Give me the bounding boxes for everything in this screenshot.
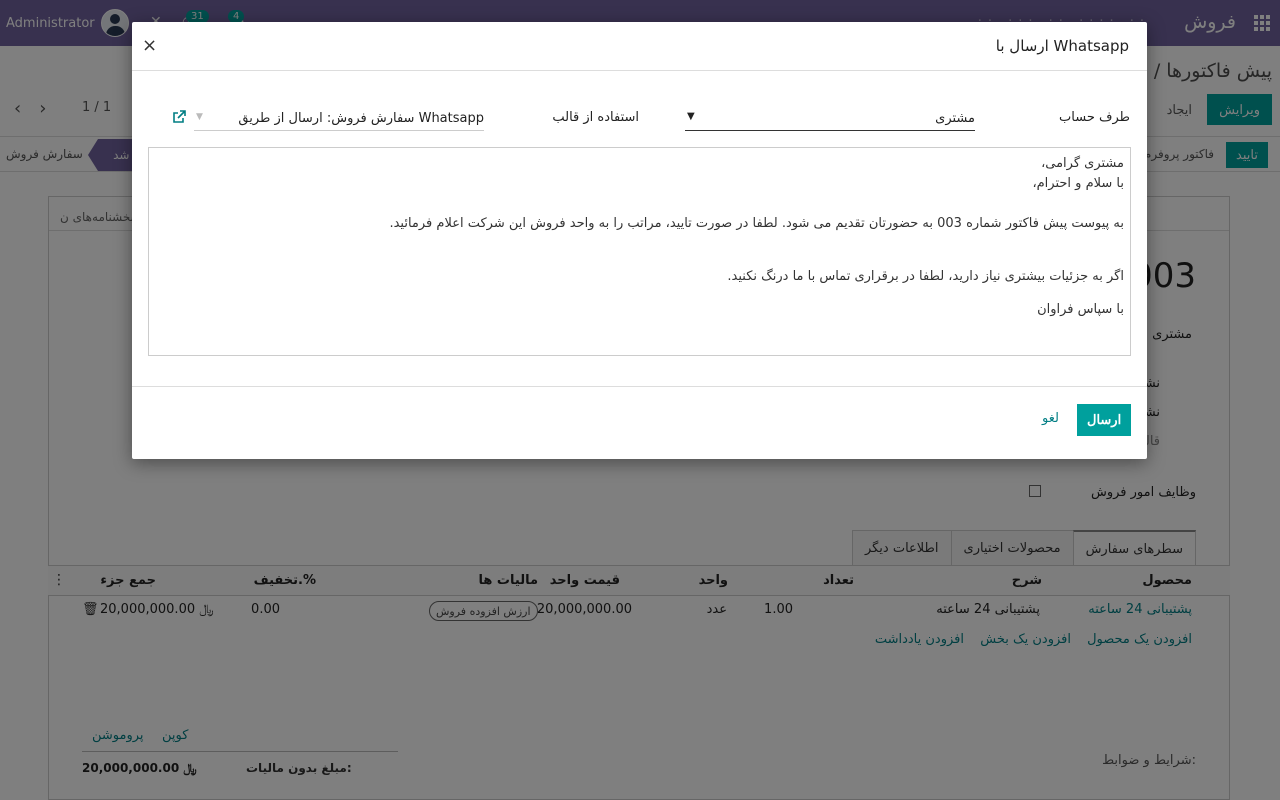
- caret-down-icon: ▼: [687, 111, 695, 122]
- recipients-select[interactable]: مشتری ▼: [685, 108, 975, 131]
- cancel-button[interactable]: لغو: [1042, 411, 1059, 426]
- recipients-label: طرف حساب: [1059, 110, 1130, 125]
- template-value: سفارش فروش: ارسال از طریق Whatsapp: [238, 111, 484, 126]
- template-select[interactable]: سفارش فروش: ارسال از طریق Whatsapp ▼: [194, 108, 484, 131]
- dialog-title: ارسال با Whatsapp: [995, 37, 1129, 55]
- template-label: استفاده از قالب: [552, 110, 639, 125]
- body-line: اگر به جزئیات بیشتری نیاز دارید، لطفا در…: [727, 269, 1124, 284]
- whatsapp-dialog: ارسال با Whatsapp × طرف حساب مشتری ▼ است…: [132, 22, 1147, 459]
- recipients-value: مشتری: [935, 111, 975, 126]
- message-body-editor[interactable]: مشتری گرامی، با سلام و احترام، به پیوست …: [148, 147, 1131, 356]
- body-line: به پیوست پیش فاکتور شماره 003 به حضورتان…: [389, 216, 1124, 231]
- caret-down-icon: ▼: [196, 112, 203, 122]
- send-button[interactable]: ارسال: [1077, 404, 1132, 436]
- body-line: مشتری گرامی،: [1041, 156, 1124, 171]
- body-line: با سلام و احترام،: [1032, 176, 1124, 191]
- dialog-header: ارسال با Whatsapp ×: [132, 22, 1147, 71]
- dialog-footer: ارسال لغو: [132, 386, 1147, 459]
- close-icon[interactable]: ×: [142, 35, 157, 56]
- body-line: با سپاس فراوان: [1037, 302, 1124, 317]
- external-link-icon[interactable]: [172, 110, 186, 124]
